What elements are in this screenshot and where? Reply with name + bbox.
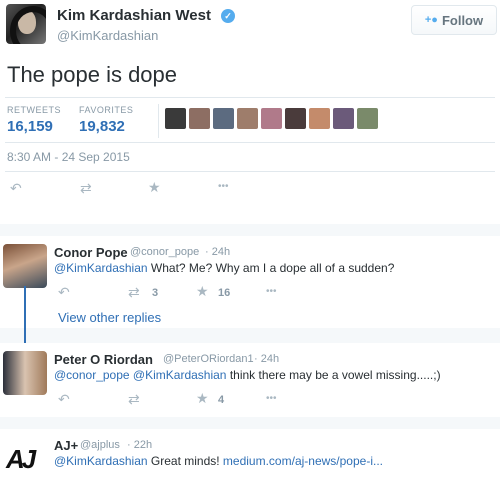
reply-text: @conor_pope @KimKardashian think there m… [54,368,441,382]
mention-link[interactable]: @KimKardashian [54,454,148,468]
peter-oriordan-avatar[interactable] [3,351,47,395]
favoriters-avatars [165,108,378,129]
favorites-count[interactable]: 19,832 [79,118,125,135]
reply-text: @KimKardashian Great minds! medium.com/a… [54,454,383,468]
retweet-icon[interactable]: ⇄ [80,180,92,197]
favoriter-avatar[interactable] [189,108,210,129]
stats-separator [158,104,159,138]
retweets-label: RETWEETS [7,105,62,115]
divider [5,142,495,143]
reply-author-name[interactable]: Conor Pope [54,245,128,260]
favoriter-avatar[interactable] [309,108,330,129]
verified-badge-icon: ✓ [221,9,235,23]
mention-link[interactable]: @KimKardashian [133,368,227,382]
reply-body: Great minds! [147,454,223,468]
retweets-count[interactable]: 16,159 [7,118,53,135]
view-other-replies-link[interactable]: View other replies [58,310,161,325]
ajplus-logo-avatar[interactable]: AJ [6,444,36,475]
reply-time[interactable]: · 24h [205,246,230,258]
divider [5,97,495,98]
tweet-text: The pope is dope [7,62,178,87]
favorite-count: 16 [218,287,231,299]
favorites-label: FAVORITES [79,105,134,115]
reply-author-handle[interactable]: @ajplus [80,439,120,451]
follow-label: Follow [441,12,484,28]
favorite-icon[interactable]: ★ [196,283,209,300]
favoriter-avatar[interactable] [237,108,258,129]
favoriter-avatar[interactable] [285,108,306,129]
reply-icon[interactable]: ↶ [58,284,70,301]
reply-icon[interactable]: ↶ [10,180,22,197]
add-person-icon: +● [424,14,438,26]
mention-link[interactable]: @conor_pope [54,368,130,382]
reply-tweet: Peter O Riordan @PeterORiordan1 · 24h @c… [0,343,500,417]
author-avatar[interactable] [6,4,46,44]
mention-link[interactable]: @KimKardashian [54,261,148,275]
reply-time[interactable]: · 22h [127,439,152,451]
favoriter-avatar[interactable] [261,108,282,129]
more-icon[interactable]: ••• [266,286,277,297]
reply-author-name[interactable]: AJ+ [54,438,78,453]
reply-author-handle[interactable]: @PeterORiordan1 [163,353,254,365]
author-handle[interactable]: @KimKardashian [57,28,158,43]
favoriter-avatar[interactable] [213,108,234,129]
favorite-icon[interactable]: ★ [148,179,161,196]
reply-icon[interactable]: ↶ [58,391,70,408]
reply-body: What? Me? Why am I a dope all of a sudde… [147,261,395,275]
article-link[interactable]: medium.com/aj-news/pope-i... [223,454,383,468]
reply-text: @KimKardashian What? Me? Why am I a dope… [54,261,394,275]
retweet-icon[interactable]: ⇄ [128,284,140,301]
more-icon[interactable]: ••• [218,181,229,192]
more-icon[interactable]: ••• [266,393,277,404]
retweet-icon[interactable]: ⇄ [128,391,140,408]
retweet-count: 3 [152,287,159,299]
tweet-timestamp[interactable]: 8:30 AM - 24 Sep 2015 [7,150,130,164]
favorite-icon[interactable]: ★ [196,390,209,407]
favoriter-avatar[interactable] [165,108,186,129]
reply-author-name[interactable]: Peter O Riordan [54,352,153,367]
author-name[interactable]: Kim Kardashian West [57,7,211,24]
conor-pope-avatar[interactable] [3,244,47,288]
reply-body: think there may be a vowel missing.....;… [226,368,441,382]
follow-button[interactable]: +● Follow [411,5,497,35]
reply-tweet: AJ+ @ajplus · 22h @KimKardashian Great m… [0,429,500,477]
favoriter-avatar[interactable] [357,108,378,129]
reply-author-handle[interactable]: @conor_pope [130,246,199,258]
favoriter-avatar[interactable] [333,108,354,129]
favorite-count: 4 [218,394,225,406]
divider [5,171,495,172]
main-tweet: Kim Kardashian West ✓ @KimKardashian +● … [0,0,500,224]
reply-time[interactable]: · 24h [254,353,279,365]
